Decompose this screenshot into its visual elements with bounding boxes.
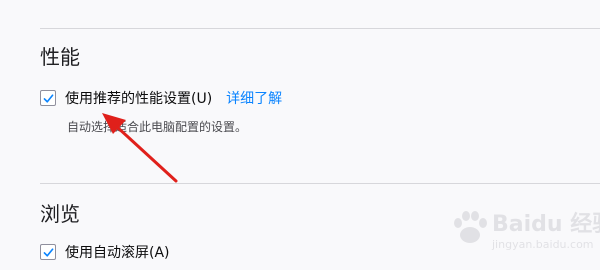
checkmark-icon (43, 247, 53, 257)
use-recommended-performance-label[interactable]: 使用推荐的性能设置(U) (65, 88, 212, 108)
watermark: Baidu 经验 jingyan.baidu.com (440, 202, 600, 262)
section-divider-top (40, 28, 600, 29)
autoscroll-label[interactable]: 使用自动滚屏(A) (65, 242, 170, 262)
learn-more-link[interactable]: 详细了解 (226, 88, 282, 108)
use-recommended-performance-checkbox[interactable] (40, 90, 56, 106)
autoscroll-checkbox[interactable] (40, 244, 56, 260)
paw-logo-icon (454, 211, 487, 243)
performance-description: 自动选择适合此电脑配置的设置。 (67, 120, 248, 134)
watermark-url: jingyan.baidu.com (492, 238, 594, 251)
use-recommended-performance-row[interactable]: 使用推荐的性能设置(U) 详细了解 (40, 88, 282, 108)
section-divider-middle (40, 183, 600, 184)
watermark-brand: Baidu 经验 (492, 212, 600, 237)
section-title-performance: 性能 (40, 45, 80, 69)
autoscroll-row[interactable]: 使用自动滚屏(A) (40, 242, 170, 262)
checkmark-icon (43, 93, 53, 103)
section-title-browsing: 浏览 (40, 202, 80, 226)
